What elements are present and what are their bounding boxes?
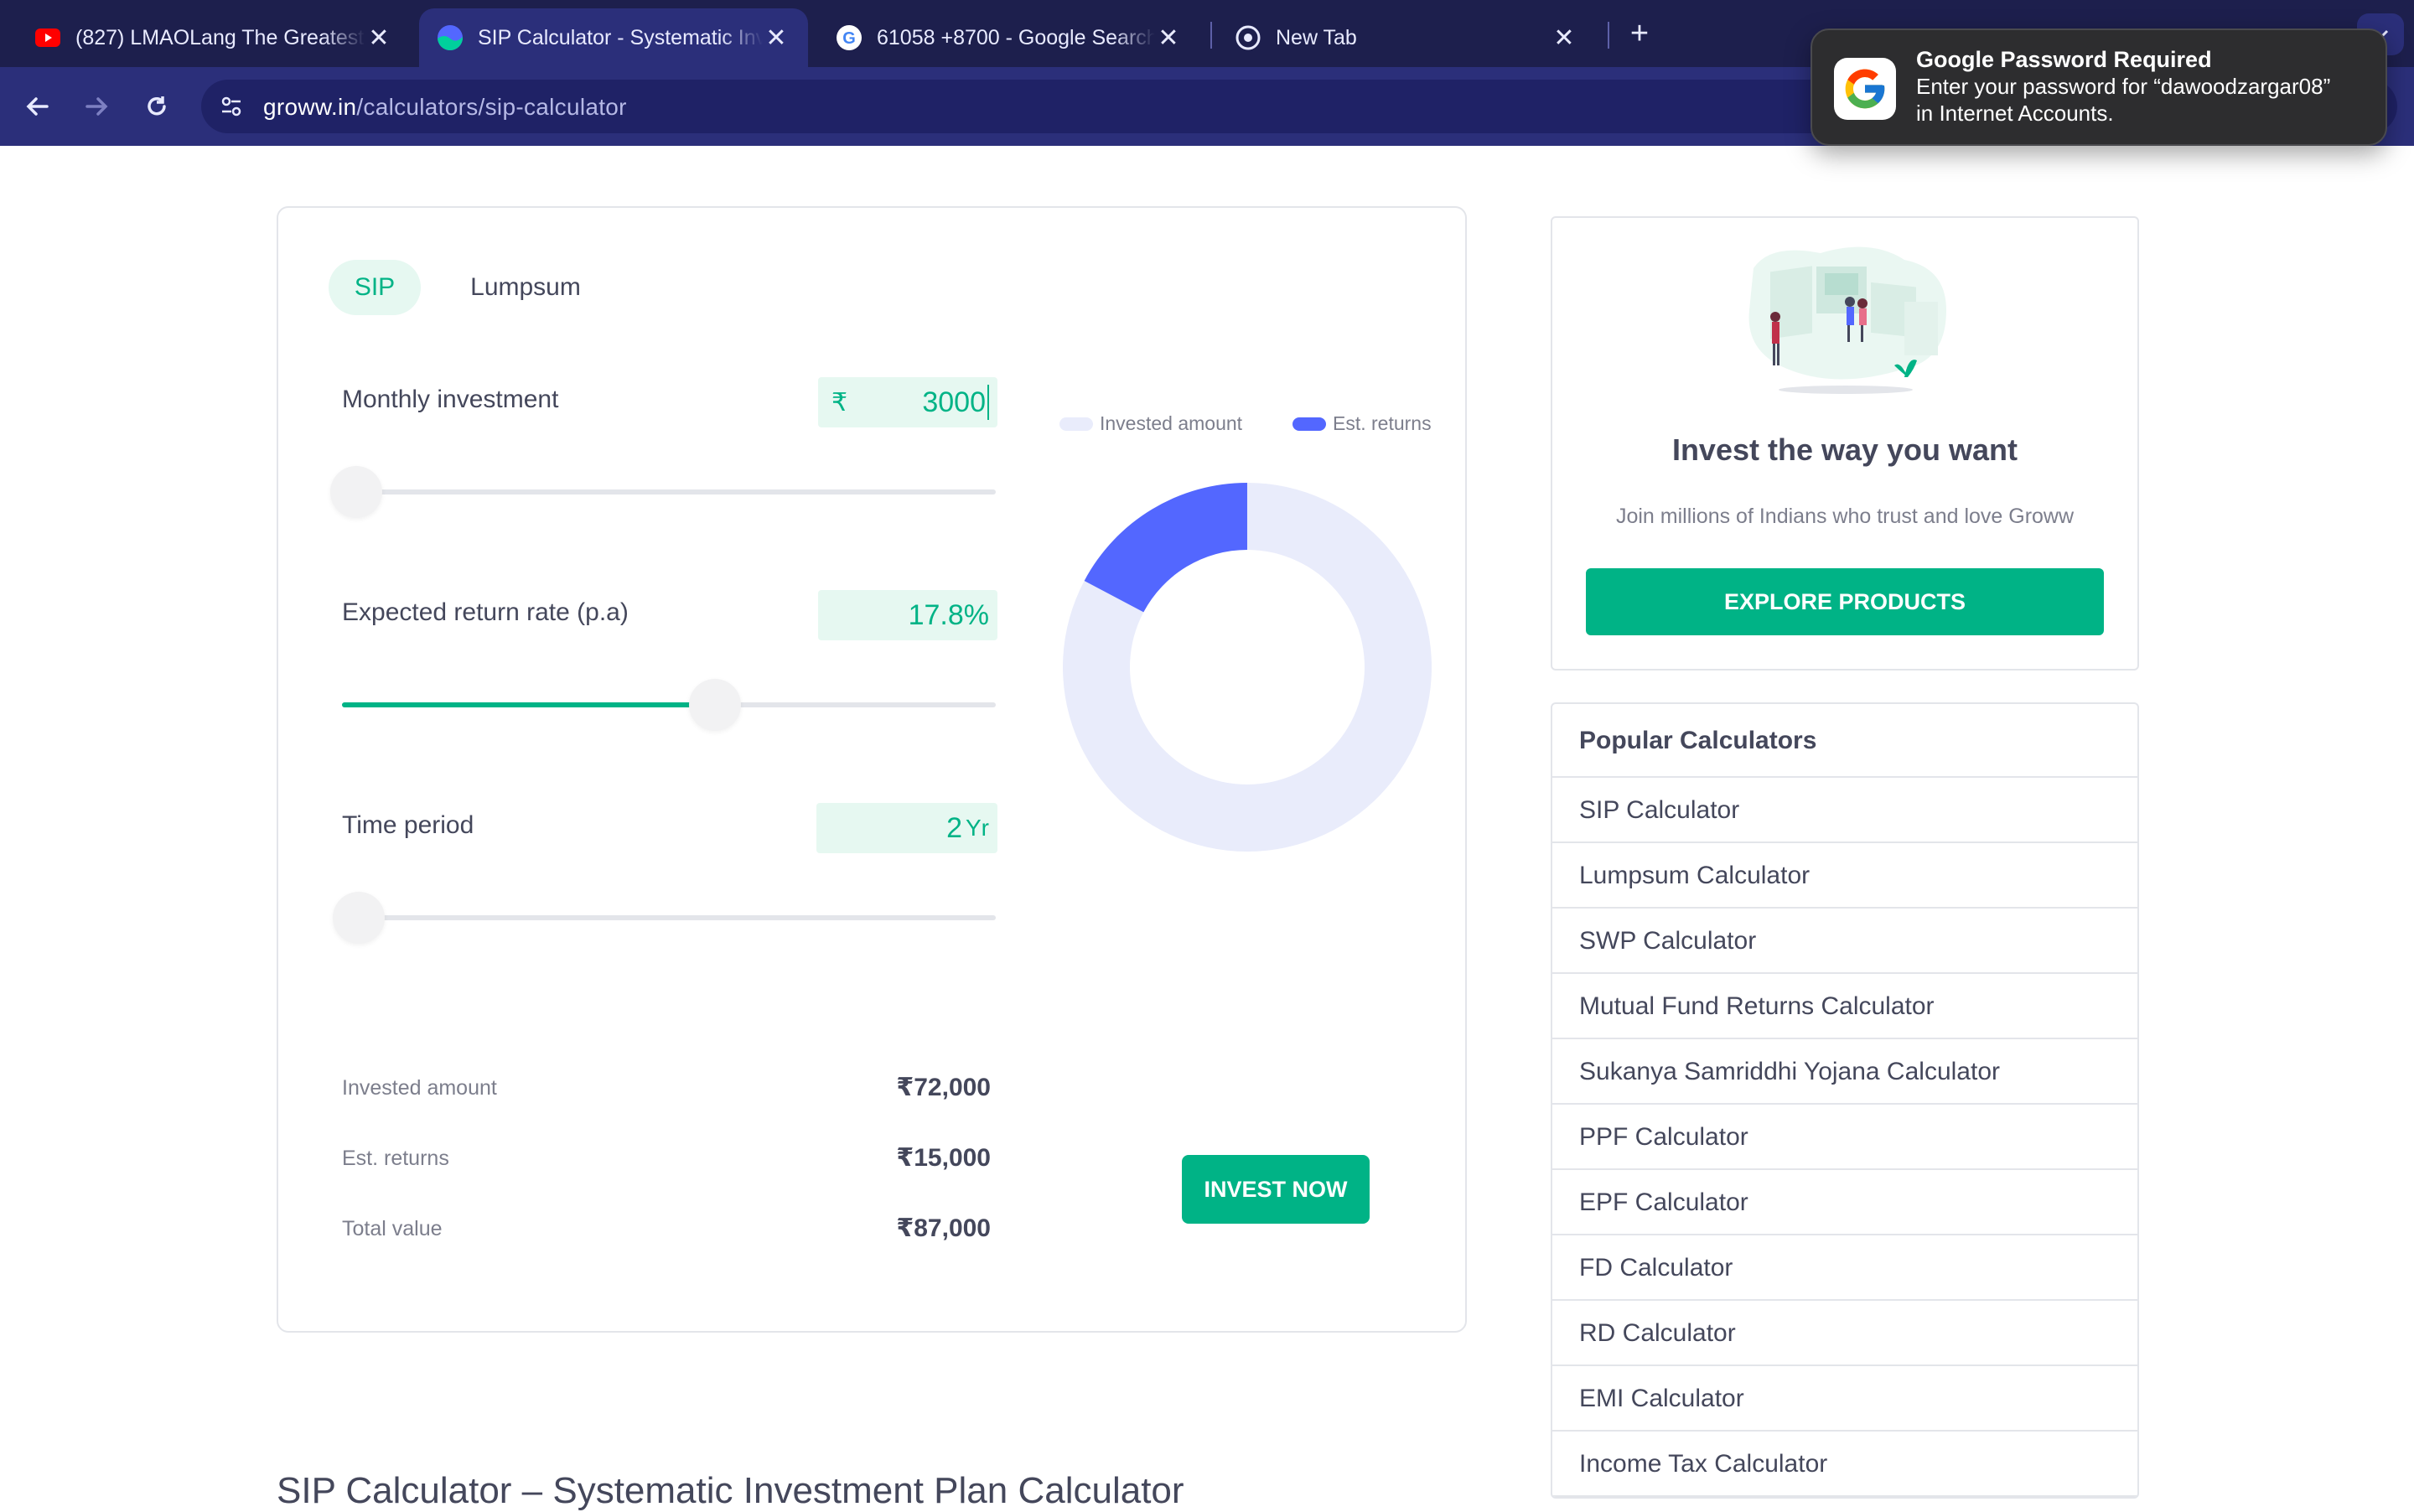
sip-calculator-card: SIP Lumpsum Monthly investment ₹ 3000 Ex… xyxy=(277,206,1467,1333)
calculator-link-rd[interactable]: RD Calculator xyxy=(1552,1301,2137,1366)
calculator-link-sip[interactable]: SIP Calculator xyxy=(1552,778,2137,843)
tab-google-search[interactable]: G 61058 +8700 - Google Search ✕ xyxy=(818,8,1200,67)
tab-sip[interactable]: SIP xyxy=(329,260,421,315)
return-rate-label: Expected return rate (p.a) xyxy=(342,598,629,626)
text-cursor xyxy=(987,385,989,420)
tab-youtube[interactable]: (827) LMAOLang The Greatest ✕ xyxy=(17,8,411,67)
svg-text:G: G xyxy=(842,29,856,48)
close-tab-icon[interactable]: ✕ xyxy=(1551,23,1577,53)
est-returns-label: Est. returns xyxy=(342,1147,449,1170)
monthly-investment-value: 3000 xyxy=(922,386,986,418)
promo-title: Invest the way you want xyxy=(1671,432,2018,467)
notification-message: in Internet Accounts. xyxy=(1916,101,2114,126)
notification-title: Google Password Required xyxy=(1916,47,2212,72)
donut-slice-returns xyxy=(1084,483,1247,613)
new-tab-button[interactable]: + xyxy=(1618,12,1661,55)
slider-thumb[interactable] xyxy=(688,679,741,731)
url-domain: groww.in xyxy=(263,94,357,120)
investment-illustration xyxy=(1748,246,1946,394)
tab-new-tab[interactable]: New Tab ✕ xyxy=(1217,8,1596,67)
calculator-link-income-tax[interactable]: Income Tax Calculator xyxy=(1552,1432,2137,1497)
notification-message: Enter your password for “dawoodzargar08” xyxy=(1916,74,2331,99)
time-period-input[interactable]: 2 Yr xyxy=(816,803,997,853)
arrow-left-icon xyxy=(26,97,49,116)
arrow-right-icon xyxy=(85,97,108,116)
slider-fill xyxy=(342,702,715,707)
calculator-link-swp[interactable]: SWP Calculator xyxy=(1552,909,2137,974)
popular-calculators-heading: Popular Calculators xyxy=(1552,704,2137,778)
tab-sip-calculator[interactable]: SIP Calculator - Systematic Investment ✕ xyxy=(419,8,808,67)
back-button[interactable] xyxy=(17,85,59,127)
time-period-unit: Yr xyxy=(966,815,989,841)
invest-now-button[interactable]: INVEST NOW xyxy=(1182,1155,1370,1224)
total-value-value: ₹87,000 xyxy=(896,1214,991,1242)
close-tab-icon[interactable]: ✕ xyxy=(1155,23,1182,53)
legend-label: Est. returns xyxy=(1333,412,1432,434)
legend-swatch xyxy=(1059,417,1093,431)
calculator-link-fd[interactable]: FD Calculator xyxy=(1552,1235,2137,1301)
reload-icon xyxy=(148,96,166,116)
invested-amount-label: Invested amount xyxy=(342,1076,497,1100)
calculator-link-mutual-fund-returns[interactable]: Mutual Fund Returns Calculator xyxy=(1552,974,2137,1039)
url-path: /calculators/sip-calculator xyxy=(356,94,627,120)
site-settings-icon[interactable] xyxy=(215,90,248,123)
forward-button[interactable] xyxy=(75,85,117,127)
return-rate-input[interactable]: 17.8% xyxy=(818,590,997,640)
slider-thumb[interactable] xyxy=(330,466,382,518)
monthly-investment-input[interactable]: ₹ 3000 xyxy=(818,377,997,427)
reload-button[interactable] xyxy=(136,85,178,127)
calculator-link-emi[interactable]: EMI Calculator xyxy=(1552,1366,2137,1432)
calculator-link-epf[interactable]: EPF Calculator xyxy=(1552,1170,2137,1235)
monthly-investment-label: Monthly investment xyxy=(342,386,559,413)
promo-subtitle: Join millions of Indians who trust and l… xyxy=(1615,505,2075,528)
slider-thumb[interactable] xyxy=(333,892,386,944)
tab-title: (827) LMAOLang The Greatest xyxy=(75,25,365,49)
legend-returns: Est. returns xyxy=(1292,412,1432,435)
total-value-label: Total value xyxy=(342,1217,443,1240)
tab-lumpsum[interactable]: Lumpsum xyxy=(463,260,588,315)
password-notification[interactable]: Google Password Required Enter your pass… xyxy=(1810,28,2387,146)
legend-invested: Invested amount xyxy=(1059,412,1242,435)
calculator-link-sukanya-samriddhi[interactable]: Sukanya Samriddhi Yojana Calculator xyxy=(1552,1039,2137,1105)
return-rate-slider[interactable] xyxy=(342,679,996,731)
promo-card: Invest the way you want Join millions of… xyxy=(1551,216,2139,671)
invested-amount-value: ₹72,000 xyxy=(896,1074,991,1101)
tab-divider xyxy=(1608,22,1609,49)
calculator-link-ppf[interactable]: PPF Calculator xyxy=(1552,1105,2137,1170)
url-text[interactable]: groww.in/calculators/sip-calculator xyxy=(263,94,627,121)
page-heading: SIP Calculator – Systematic Investment P… xyxy=(277,1470,1184,1511)
returns-donut-chart xyxy=(1063,483,1432,852)
youtube-icon xyxy=(35,25,60,50)
time-period-label: Time period xyxy=(342,811,474,839)
close-tab-icon[interactable]: ✕ xyxy=(365,23,392,53)
tab-divider xyxy=(1210,22,1212,49)
monthly-investment-slider[interactable] xyxy=(330,466,996,518)
tab-title: New Tab xyxy=(1276,25,1357,49)
legend-label: Invested amount xyxy=(1100,412,1243,434)
explore-products-button[interactable]: EXPLORE PRODUCTS xyxy=(1586,568,2104,635)
popular-calculators-panel: Popular Calculators SIP Calculator Lumps… xyxy=(1551,702,2139,1499)
est-returns-value: ₹15,000 xyxy=(896,1144,991,1172)
chrome-icon xyxy=(1235,25,1261,50)
rupee-symbol: ₹ xyxy=(831,388,848,417)
groww-icon xyxy=(438,25,463,50)
legend-swatch xyxy=(1292,417,1326,431)
tab-title: SIP Calculator - Systematic Investment xyxy=(478,25,763,49)
time-period-value: 2 xyxy=(946,811,962,844)
return-rate-value: 17.8% xyxy=(908,598,989,631)
close-tab-icon[interactable]: ✕ xyxy=(763,23,790,53)
time-period-slider[interactable] xyxy=(333,892,996,944)
calculator-link-lumpsum[interactable]: Lumpsum Calculator xyxy=(1552,843,2137,909)
google-icon: G xyxy=(837,25,862,50)
google-logo-icon xyxy=(1834,58,1896,120)
tab-title: 61058 +8700 - Google Search xyxy=(877,25,1155,49)
